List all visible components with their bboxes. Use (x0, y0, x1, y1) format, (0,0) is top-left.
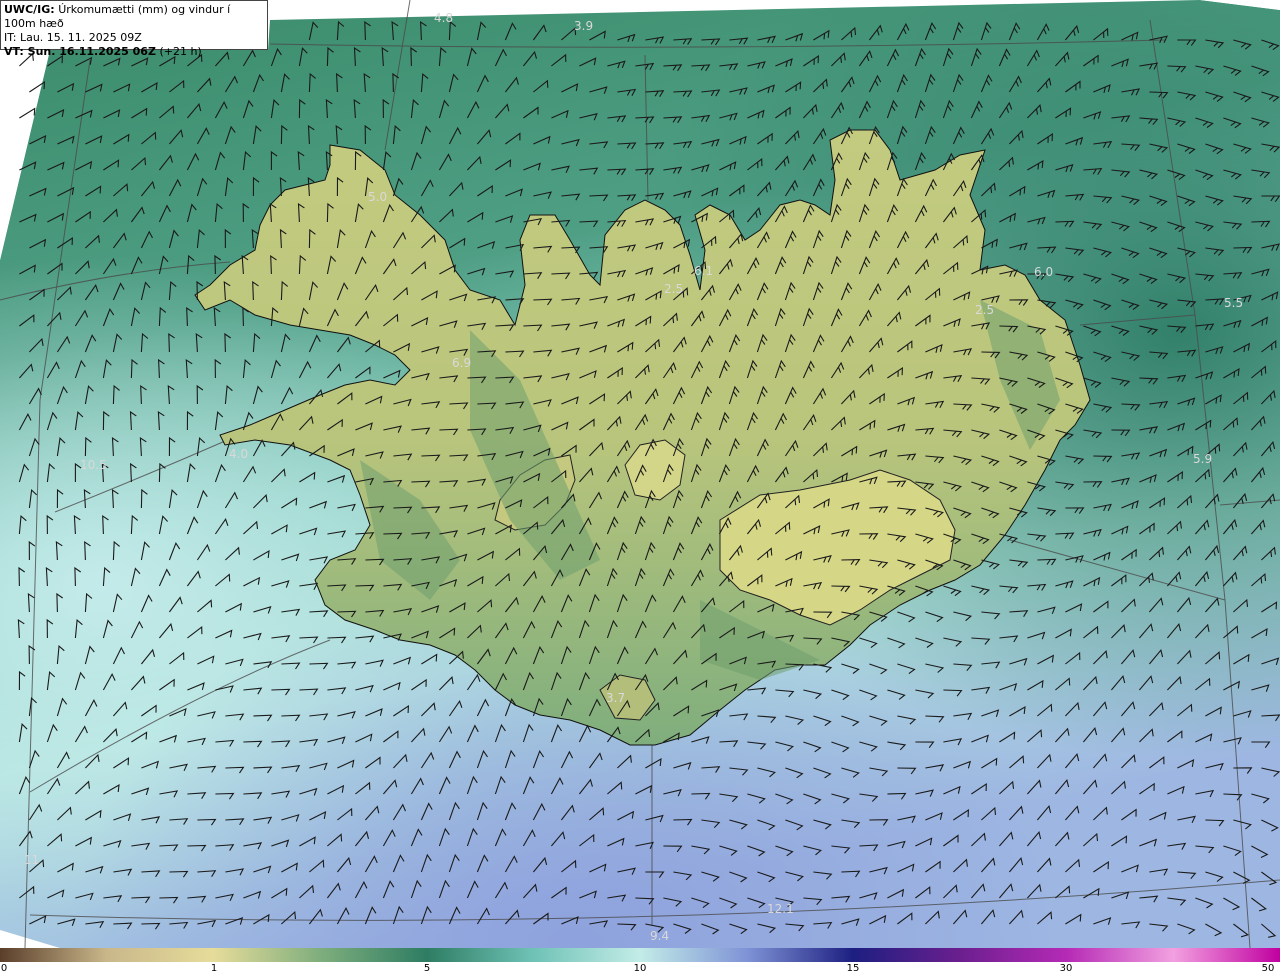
colorbar-tick: 1 (210, 963, 218, 974)
issue-time: IT: Lau. 15. 11. 2025 09Z (4, 31, 142, 44)
header-line-valid: VT: Sun. 16.11.2025 06Z (+21 h) (4, 45, 264, 59)
map-label: 3.9 (574, 19, 593, 33)
colorbar-tick: 0 (0, 963, 8, 974)
map-label: 5.0 (368, 190, 387, 204)
header-line-title: UWC/IG: Úrkomumætti (mm) og vindur í 100… (4, 3, 264, 31)
colorbar-tick: 15 (846, 963, 860, 974)
map-label: 5.9 (1193, 452, 1212, 466)
colorbar-strip (0, 948, 1280, 962)
map-label: 2.5 (975, 303, 994, 317)
map-label: 2.5 (664, 282, 683, 296)
map-label: 10.5 (80, 458, 107, 472)
colorbar-tick: 5 (423, 963, 431, 974)
map-label: 6.1 (694, 264, 713, 278)
map-label: 5.5 (1224, 296, 1243, 310)
colorbar-tick: 30 (1059, 963, 1073, 974)
map-label: 9.4 (650, 929, 669, 943)
model-name: UWC/IG: (4, 3, 55, 16)
colorbar-tick: 50 (1261, 963, 1275, 974)
map-label: 4.8 (434, 11, 453, 25)
map-label: 6.0 (1034, 265, 1053, 279)
weather-map: 4.8 3.9 5.0 6.1 2.5 6.0 2.5 5.5 6.9 4.0 … (0, 0, 1280, 948)
colorbar-tick: 10 (633, 963, 647, 974)
map-label: 3.7 (606, 691, 625, 705)
colorbar: 0 1 5 10 15 30 50 (0, 948, 1280, 978)
map-label: 4.0 (229, 447, 248, 461)
map-label: 6.9 (452, 356, 471, 370)
map-header: UWC/IG: Úrkomumætti (mm) og vindur í 100… (0, 0, 268, 58)
map-label: 11 (24, 853, 39, 867)
map-label: 12.1 (767, 902, 794, 916)
valid-time: VT: Sun. 16.11.2025 06Z (4, 45, 156, 58)
valid-offset: (+21 h) (159, 45, 202, 58)
